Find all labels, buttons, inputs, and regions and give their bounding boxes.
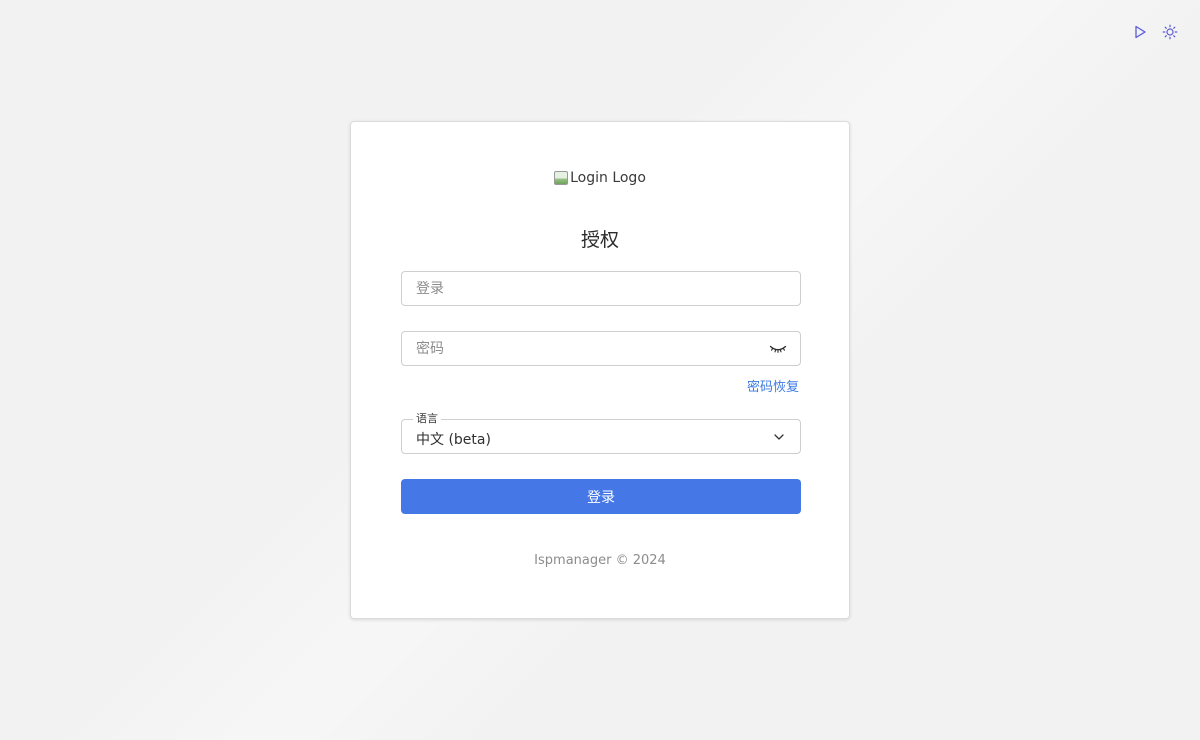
login-field-wrapper [401, 271, 801, 306]
broken-image-icon [554, 171, 569, 185]
page-title: 授权 [580, 229, 619, 251]
play-icon [1135, 25, 1146, 39]
eye-closed-icon [769, 345, 787, 353]
language-selected-value: 中文 (beta) [416, 432, 491, 448]
play-button[interactable] [1130, 22, 1150, 42]
top-controls [1130, 22, 1180, 42]
password-field-wrapper [401, 331, 801, 366]
theme-toggle-button[interactable] [1160, 22, 1180, 42]
footer-copyright: Ispmanager © 2024 [534, 553, 666, 568]
password-visibility-toggle[interactable] [768, 341, 788, 357]
sun-icon [1162, 24, 1178, 40]
chevron-down-icon [774, 434, 784, 440]
password-recovery-link[interactable]: 密码恢复 [747, 376, 799, 395]
login-logo: Login Logo [351, 170, 849, 186]
login-submit-button[interactable]: 登录 [401, 479, 801, 514]
language-select[interactable]: 语言 中文 (beta) [401, 412, 801, 454]
language-label: 语言 [413, 412, 441, 426]
login-card: Login Logo 授权 密码恢复 语言 中文 (beta) [350, 121, 850, 619]
password-input[interactable] [402, 332, 800, 365]
login-logo-alt: Login Logo [570, 170, 646, 186]
login-input[interactable] [402, 272, 800, 305]
